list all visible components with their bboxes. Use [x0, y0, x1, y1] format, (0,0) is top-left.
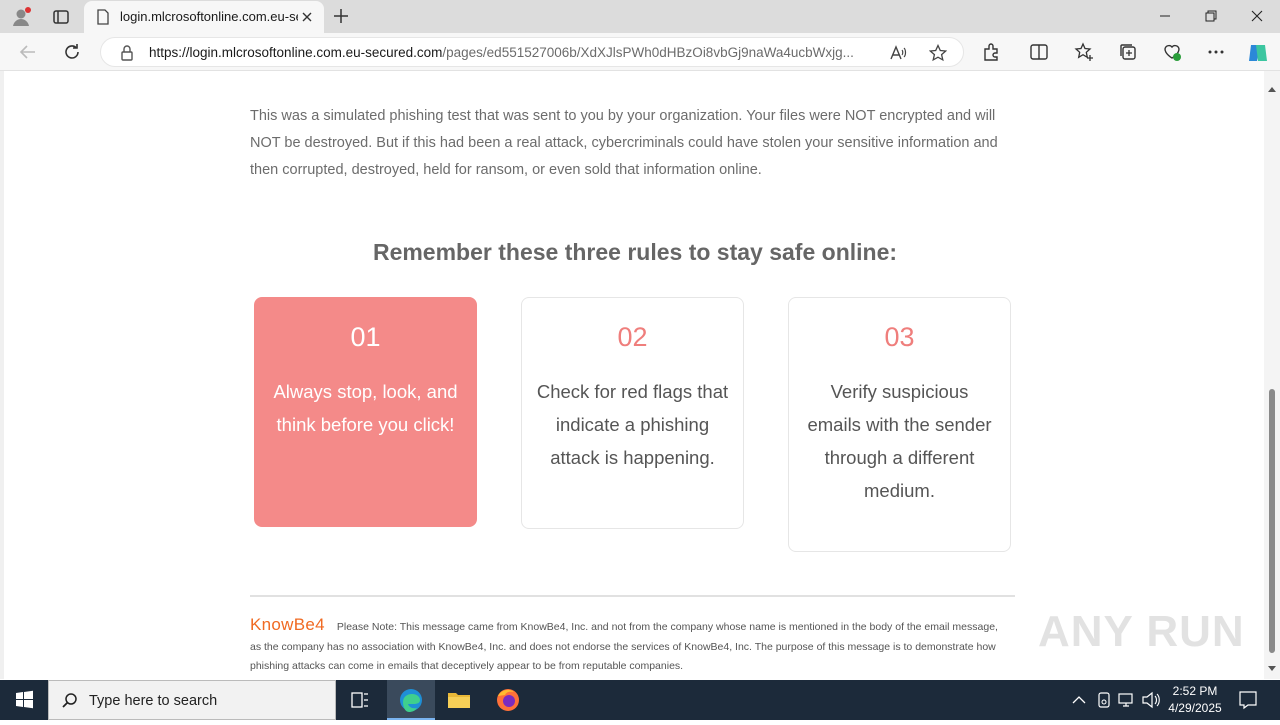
rule-text: Verify suspicious emails with the sender… [807, 381, 992, 501]
url-text[interactable]: https://login.mlcrosoftonline.com.eu-sec… [149, 45, 879, 60]
rules-heading: Remember these three rules to stay safe … [372, 239, 898, 265]
footer-divider [250, 595, 1015, 597]
rule-number: 01 [350, 322, 381, 352]
intro-paragraph: This was a simulated phishing test that … [250, 108, 998, 178]
system-clock[interactable]: 2:52 PM 4/29/2025 [1160, 683, 1230, 717]
anyrun-watermark: ANY RUN [1038, 607, 1245, 656]
task-view-icon[interactable] [336, 680, 384, 720]
search-placeholder: Type here to search [89, 693, 218, 709]
footer-note-text: Please Note: This message came from Know… [250, 621, 998, 672]
vertical-scrollbar[interactable] [1264, 71, 1280, 679]
search-icon [61, 692, 79, 715]
rule-card-2: 02 Check for red flags that indicate a p… [521, 297, 744, 529]
copilot-icon[interactable] [1246, 41, 1268, 63]
page-viewport: This was a simulated phishing test that … [0, 71, 1280, 679]
tab-title: login.mlcrosoftonline.com.eu-se [120, 9, 298, 24]
restore-icon[interactable] [1188, 0, 1234, 33]
back-icon[interactable] [17, 41, 39, 63]
notifications-icon[interactable] [1236, 680, 1260, 720]
taskbar-search-box[interactable]: Type here to search [48, 680, 336, 720]
start-button[interactable] [0, 680, 48, 720]
edge-taskbar-icon[interactable] [387, 680, 435, 720]
network-icon[interactable] [1116, 680, 1138, 720]
tab-strip: login.mlcrosoftonline.com.eu-se [0, 0, 1280, 33]
page-icon [96, 9, 110, 25]
read-aloud-icon[interactable] [889, 44, 907, 67]
file-explorer-icon[interactable] [435, 680, 483, 720]
rule-number: 03 [884, 322, 915, 352]
favorite-star-icon[interactable] [928, 43, 948, 67]
profile-icon[interactable] [10, 6, 32, 28]
more-menu-icon[interactable] [1205, 41, 1227, 63]
url-path: /pages/ed551527006b/XdXJlsPWh0dHBzOi8vbG… [442, 45, 854, 60]
rule-card-1: 01 Always stop, look, and think before y… [254, 297, 477, 527]
taskbar: Type here to search 2:52 PM 4/29/2025 [0, 680, 1280, 720]
extensions-icon[interactable] [980, 41, 1002, 63]
browser-toolbar: https://login.mlcrosoftonline.com.eu-sec… [0, 33, 1280, 71]
minimize-icon[interactable] [1142, 0, 1188, 33]
knowbe4-logo: KnowBe4 [250, 615, 325, 634]
scroll-down-icon[interactable] [1268, 659, 1276, 677]
scrollbar-thumb[interactable] [1269, 389, 1275, 653]
collections-icon[interactable] [1117, 41, 1139, 63]
tab-actions-icon[interactable] [50, 6, 72, 28]
clock-date: 4/29/2025 [1168, 701, 1222, 715]
split-screen-icon[interactable] [1028, 41, 1050, 63]
tab-close-icon[interactable] [298, 8, 316, 26]
rule-card-3: 03 Verify suspicious emails with the sen… [788, 297, 1011, 552]
url-host: https://login.mlcrosoftonline.com.eu-sec… [149, 45, 443, 60]
rule-number: 02 [617, 322, 648, 352]
show-hidden-icons[interactable] [1068, 680, 1090, 720]
clock-time: 2:52 PM [1172, 684, 1218, 698]
rule-text: Check for red flags that indicate a phis… [536, 381, 729, 468]
volume-icon[interactable] [1140, 680, 1162, 720]
new-tab-icon[interactable] [331, 6, 351, 26]
favorites-icon[interactable] [1073, 41, 1095, 63]
scroll-up-icon[interactable] [1268, 79, 1276, 97]
device-icon[interactable] [1093, 680, 1115, 720]
refresh-icon[interactable] [61, 41, 83, 63]
browser-essentials-icon[interactable] [1161, 41, 1183, 63]
browser-tab[interactable]: login.mlcrosoftonline.com.eu-se [84, 1, 324, 33]
firefox-icon[interactable] [484, 680, 532, 720]
close-window-icon[interactable] [1234, 0, 1280, 33]
footer-note: KnowBe4 Please Note: This message came fr… [250, 615, 1010, 677]
address-bar[interactable]: https://login.mlcrosoftonline.com.eu-sec… [100, 37, 964, 67]
lock-icon[interactable] [119, 44, 135, 67]
rule-text: Always stop, look, and think before you … [273, 381, 458, 435]
